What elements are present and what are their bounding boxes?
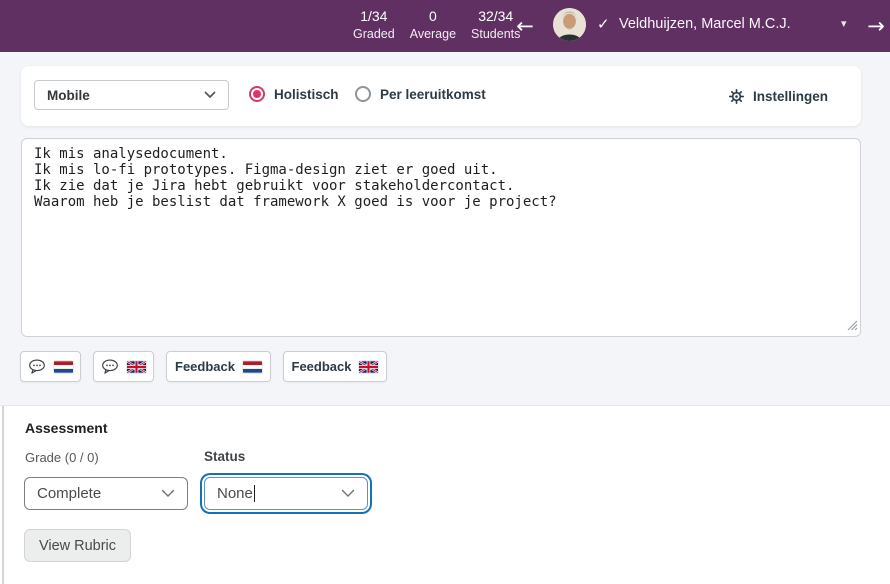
radio-holistisch-label: Holistisch [274,87,339,102]
grade-select-value: Complete [37,485,101,502]
speech-bubble-icon [28,359,46,374]
student-name-dropdown[interactable]: Veldhuijzen, Marcel M.C.J. [619,16,791,32]
status-label: Status [204,449,245,464]
avatar-illustration [553,8,586,41]
status-select-value: None [217,485,253,502]
comment-nl-button[interactable] [20,351,81,382]
comment-en-button[interactable] [93,351,154,382]
settings-button[interactable]: Instellingen [729,66,828,126]
uk-flag-icon [127,361,146,373]
grading-toolbar: Mobile Holistisch Per leeruitkomst Inste… [21,66,861,126]
rubric-select[interactable]: Mobile [34,80,229,110]
feedback-en-button[interactable]: Feedback [283,351,387,382]
rubric-select-value: Mobile [47,88,90,103]
view-rubric-button[interactable]: View Rubric [24,529,131,562]
chevron-down-icon [161,489,175,498]
feedback-textarea[interactable]: Ik mis analysedocument. Ik mis lo-fi pro… [21,138,861,337]
average-value: 0 [410,7,456,26]
assessment-panel: Assessment Grade (0 / 0) Status Complete… [0,405,890,584]
status-select[interactable]: None [204,477,368,510]
average-label: Average [410,26,456,42]
chevron-down-icon [204,91,216,99]
text-cursor [254,485,255,502]
gear-icon [729,89,744,104]
previous-student-arrow-icon[interactable]: ← [510,11,540,41]
grade-select[interactable]: Complete [24,477,188,510]
next-student-arrow-icon[interactable]: → [861,11,890,41]
settings-label: Instellingen [753,89,828,104]
grading-stats: 1/34 Graded 0 Average 32/34 Students [353,7,520,42]
grade-label: Grade (0 / 0) [25,450,99,465]
student-avatar [553,8,586,41]
chevron-down-icon [341,489,355,498]
netherlands-flag-icon [243,361,262,373]
feedback-nl-label: Feedback [175,359,235,374]
stat-graded: 1/34 Graded [353,7,395,42]
radio-selected-icon [249,86,265,102]
speech-bubble-icon [101,359,119,374]
feedback-nl-button[interactable]: Feedback [166,351,271,382]
radio-unselected-icon [355,86,371,102]
assessment-title: Assessment [25,420,108,436]
graded-value: 1/34 [353,7,395,26]
radio-holistisch[interactable]: Holistisch [249,86,339,102]
student-dropdown-caret-icon[interactable]: ▾ [841,17,847,30]
graded-check-icon: ✓ [597,15,610,33]
stat-average: 0 Average [410,7,456,42]
feedback-en-label: Feedback [292,359,352,374]
radio-per-leeruitkomst-label: Per leeruitkomst [380,87,486,102]
radio-per-leeruitkomst[interactable]: Per leeruitkomst [355,86,486,102]
uk-flag-icon [359,361,378,373]
netherlands-flag-icon [54,361,73,373]
panel-left-divider [2,406,4,584]
graded-label: Graded [353,26,395,42]
top-navigation-bar: 1/34 Graded 0 Average 32/34 Students ← ✓… [0,0,890,52]
